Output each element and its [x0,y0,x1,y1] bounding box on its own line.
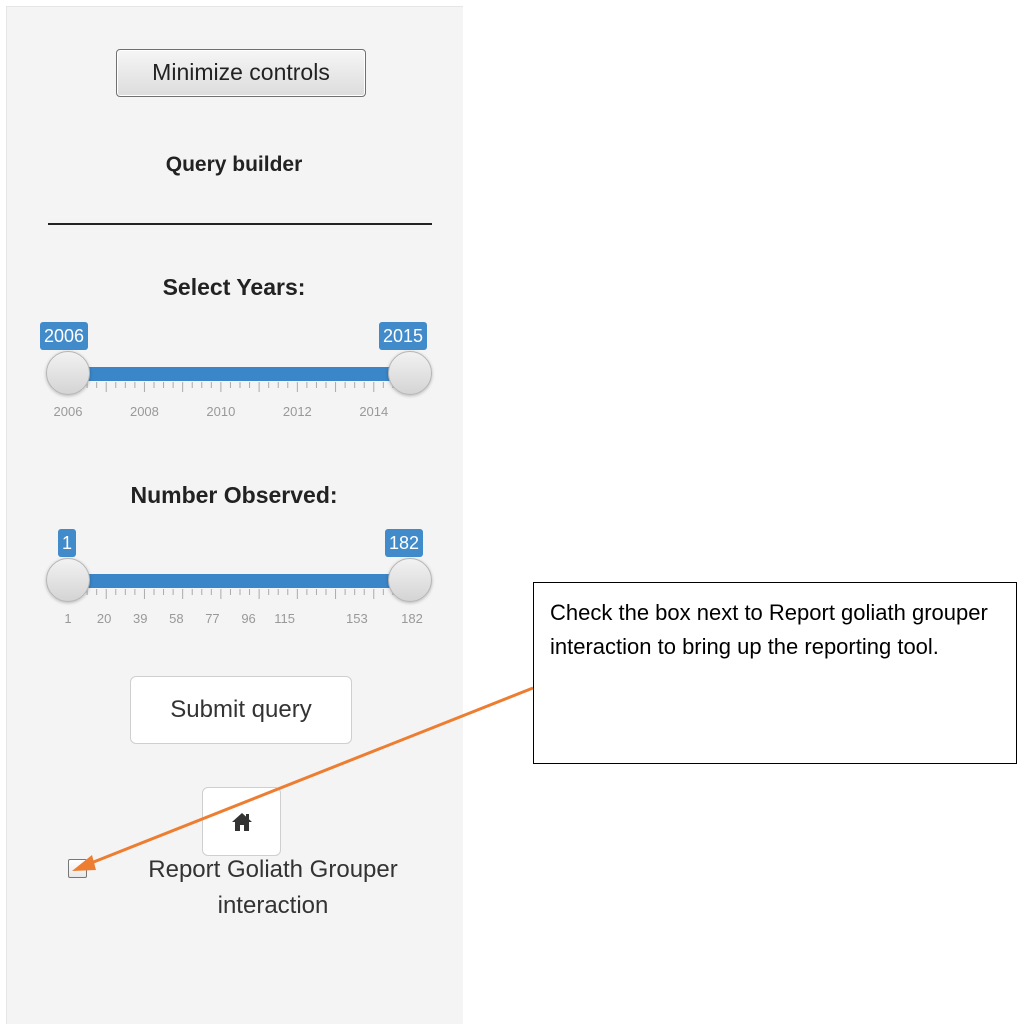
callout-arrow [72,686,534,871]
